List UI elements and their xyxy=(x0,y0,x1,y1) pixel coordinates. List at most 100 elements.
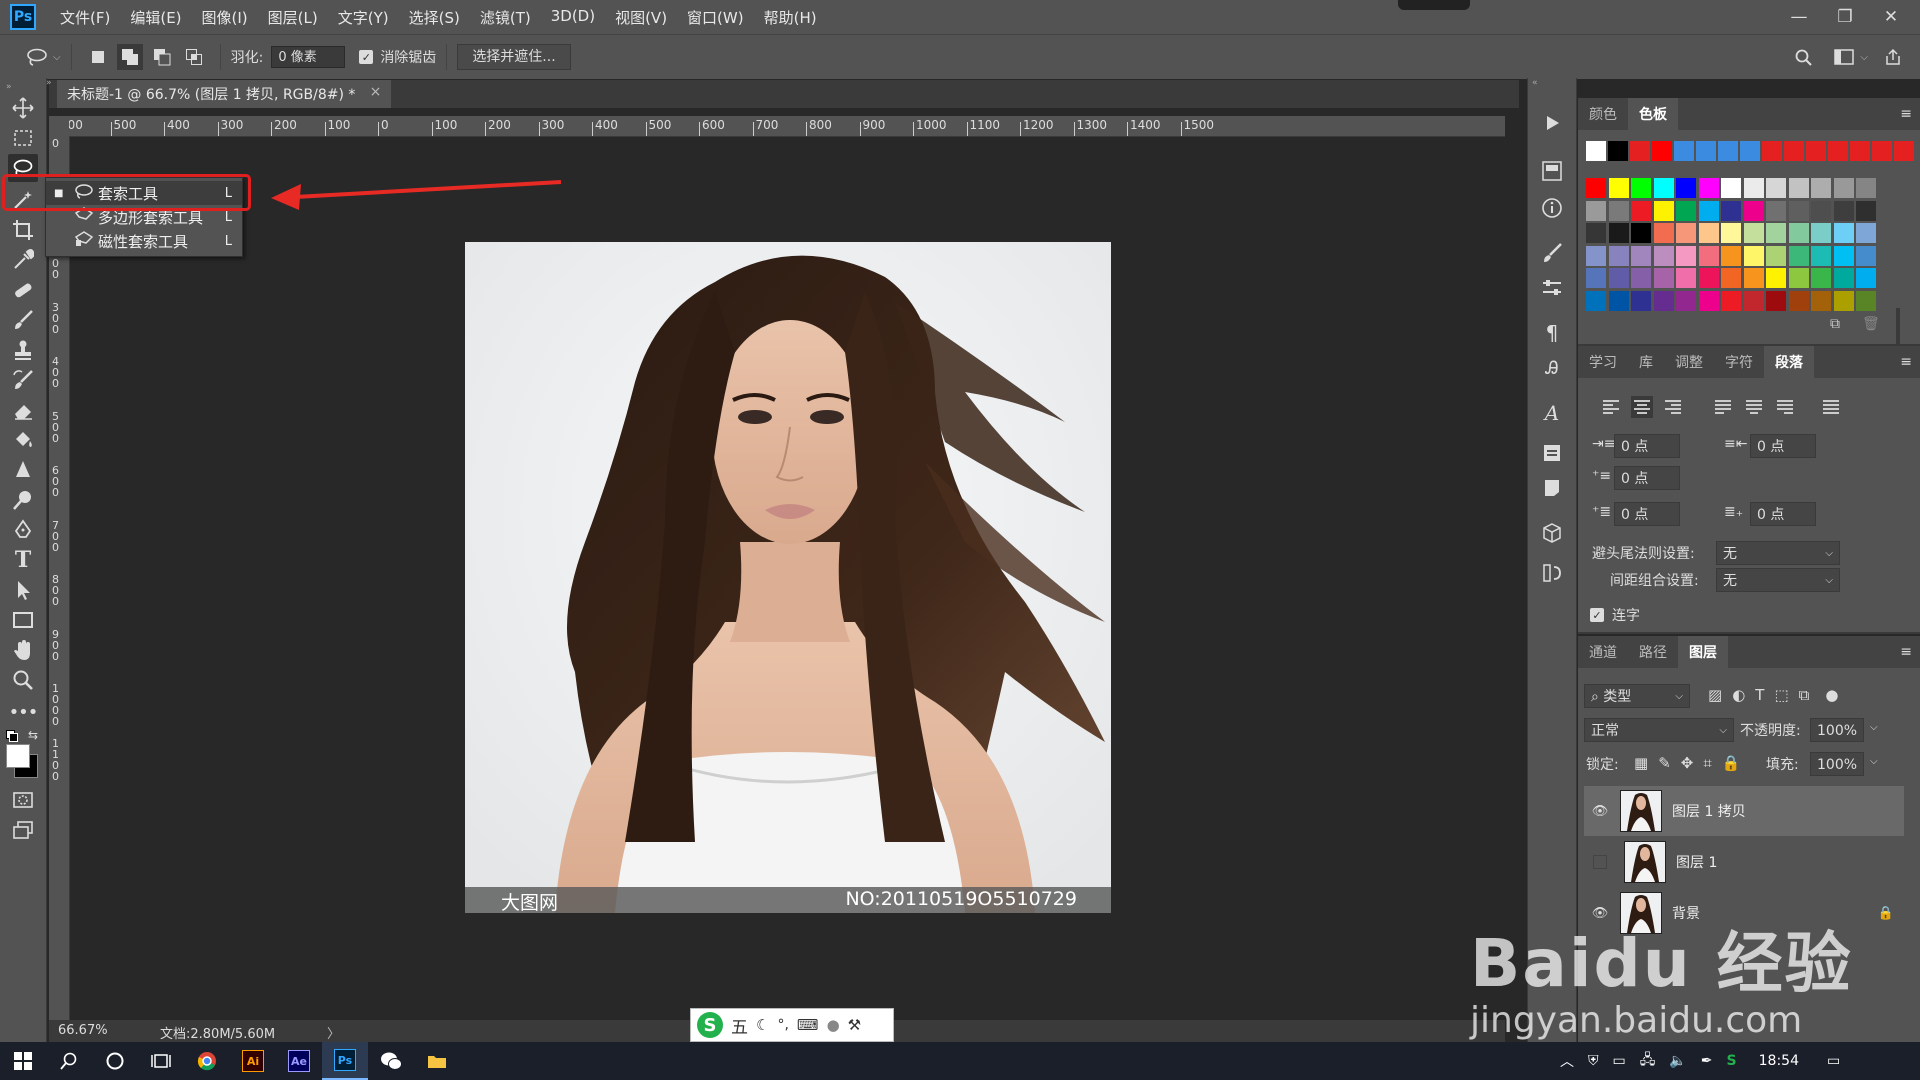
swatch[interactable] xyxy=(1721,268,1741,288)
lock-transparency-icon[interactable]: ▦ xyxy=(1634,754,1648,772)
swatch[interactable] xyxy=(1676,245,1696,266)
layer-name[interactable]: 图层 1 拷贝 xyxy=(1672,801,1746,821)
chevron-up-icon[interactable]: ︿ xyxy=(1560,1051,1574,1071)
marquee-tool-icon[interactable] xyxy=(8,124,38,152)
notes-icon[interactable] xyxy=(1537,473,1567,503)
swatch[interactable] xyxy=(1696,141,1716,161)
chevron-down-icon[interactable]: ⌵ xyxy=(1870,722,1878,733)
eraser-icon[interactable] xyxy=(8,396,38,424)
swatch[interactable] xyxy=(1784,141,1804,161)
menu-item[interactable]: 文字(Y) xyxy=(328,7,399,28)
swatch[interactable] xyxy=(1676,223,1696,243)
swatch[interactable] xyxy=(1586,200,1606,221)
menu-item[interactable]: 滤镜(T) xyxy=(470,7,541,28)
glyphs-icon[interactable]: A xyxy=(1537,398,1567,428)
brush-settings-icon[interactable] xyxy=(1537,238,1567,268)
hand-tool-icon[interactable] xyxy=(8,636,38,664)
swatch[interactable] xyxy=(1833,245,1854,266)
type-tool-icon[interactable]: T xyxy=(8,546,38,574)
swatch[interactable] xyxy=(1608,268,1629,288)
swatch[interactable] xyxy=(1811,245,1831,266)
move-tool-icon[interactable] xyxy=(8,94,38,122)
swatch[interactable] xyxy=(1586,268,1606,288)
file-explorer-icon[interactable] xyxy=(414,1042,460,1080)
network-icon[interactable]: 🖧 xyxy=(1640,1049,1656,1073)
tab-libraries[interactable]: 库 xyxy=(1628,346,1664,378)
swatch[interactable] xyxy=(1856,178,1876,198)
swatch[interactable] xyxy=(1766,200,1786,221)
swatch[interactable] xyxy=(1608,290,1629,311)
status-menu-arrow-icon[interactable]: 〉 xyxy=(327,1023,340,1042)
swatch[interactable] xyxy=(1676,290,1696,311)
swatch[interactable] xyxy=(1743,200,1764,221)
swatch[interactable] xyxy=(1721,290,1741,311)
swatch[interactable] xyxy=(1766,268,1786,288)
healing-brush-icon[interactable] xyxy=(8,276,38,304)
default-colors-icon[interactable] xyxy=(6,730,18,742)
menu-item[interactable]: 图像(I) xyxy=(192,7,258,28)
properties-icon[interactable] xyxy=(1537,438,1567,468)
justify-all-icon[interactable] xyxy=(1820,396,1842,418)
scrollbar[interactable] xyxy=(1896,308,1900,348)
volume-icon[interactable]: 🔈 xyxy=(1669,1053,1686,1069)
tab-paths[interactable]: 路径 xyxy=(1628,636,1678,668)
collapse-icon[interactable]: » xyxy=(6,82,12,92)
layer-visibility-eye-icon[interactable] xyxy=(1593,855,1607,869)
new-selection-icon[interactable] xyxy=(85,44,111,70)
swatch[interactable] xyxy=(1806,141,1826,161)
history-brush-icon[interactable] xyxy=(8,366,38,394)
menu-item[interactable]: 视图(V) xyxy=(605,7,677,28)
path-selection-icon[interactable] xyxy=(8,576,38,604)
indent-right-input[interactable]: 0 点 xyxy=(1750,434,1816,458)
hyphenate-checkbox[interactable]: ✓ xyxy=(1590,608,1604,622)
sogou-logo-icon[interactable]: S xyxy=(697,1012,723,1038)
lock-position-icon[interactable]: ✥ xyxy=(1681,754,1694,772)
swatch[interactable] xyxy=(1698,178,1719,198)
swatch[interactable] xyxy=(1872,141,1892,161)
swatch[interactable] xyxy=(1811,223,1831,243)
layer-name[interactable]: 图层 1 xyxy=(1676,852,1717,872)
adjustments-icon[interactable] xyxy=(1537,273,1567,303)
layer-row[interactable]: 👁 图层 1 拷贝 xyxy=(1584,786,1904,836)
user-icon[interactable]: ● xyxy=(827,1016,840,1034)
menu-item[interactable]: 3D(D) xyxy=(541,7,605,28)
swatch[interactable] xyxy=(1856,245,1876,266)
illustrator-icon[interactable]: Ai xyxy=(230,1042,276,1080)
menu-item[interactable]: 编辑(E) xyxy=(120,7,191,28)
mojikumi-select[interactable]: 无 ⌵ xyxy=(1716,568,1840,592)
minimize-icon[interactable]: — xyxy=(1776,0,1822,34)
align-left-icon[interactable] xyxy=(1600,396,1622,418)
swatch[interactable] xyxy=(1811,290,1831,311)
layer-filter-select[interactable]: ⌕ 类型 ⌵ xyxy=(1584,684,1690,708)
document-tab[interactable]: 未标题-1 @ 66.7% (图层 1 拷贝, RGB/8#) * × xyxy=(57,80,392,108)
security-icon[interactable]: ⛨ xyxy=(1588,1053,1599,1069)
flyout-item-magnetic-lasso[interactable]: 磁性套索工具 L xyxy=(46,229,242,253)
swatch[interactable] xyxy=(1586,178,1606,198)
close-tab-icon[interactable]: × xyxy=(370,84,382,100)
swatch[interactable] xyxy=(1608,141,1628,161)
lock-artboard-icon[interactable]: ⌗ xyxy=(1703,754,1711,772)
swatch[interactable] xyxy=(1698,290,1719,311)
rectangle-tool-icon[interactable] xyxy=(8,606,38,634)
swatch[interactable] xyxy=(1631,223,1651,243)
swatch[interactable] xyxy=(1653,290,1674,311)
info-icon[interactable] xyxy=(1537,193,1567,223)
swatch[interactable] xyxy=(1608,245,1629,266)
timeline-icon[interactable] xyxy=(1537,558,1567,588)
new-swatch-icon[interactable]: ⧉ xyxy=(1830,316,1840,332)
antialias-checkbox[interactable]: ✓ xyxy=(359,50,374,64)
task-view-icon[interactable] xyxy=(138,1042,184,1080)
tab-adjustments[interactable]: 调整 xyxy=(1664,346,1714,378)
search-icon[interactable] xyxy=(1790,44,1816,70)
chevron-down-icon[interactable]: ⌵ xyxy=(1860,52,1868,63)
tab-character[interactable]: 字符 xyxy=(1714,346,1764,378)
panel-menu-icon[interactable]: ≡ xyxy=(1900,106,1912,122)
tab-paragraph[interactable]: 段落 xyxy=(1764,346,1814,378)
paint-bucket-icon[interactable] xyxy=(8,426,38,454)
intersect-selection-icon[interactable] xyxy=(181,44,207,70)
swatch[interactable] xyxy=(1833,290,1854,311)
swatch[interactable] xyxy=(1718,141,1738,161)
blend-mode-select[interactable]: 正常 ⌵ xyxy=(1584,718,1734,742)
swatch[interactable] xyxy=(1766,178,1786,198)
add-selection-icon[interactable] xyxy=(116,44,143,70)
